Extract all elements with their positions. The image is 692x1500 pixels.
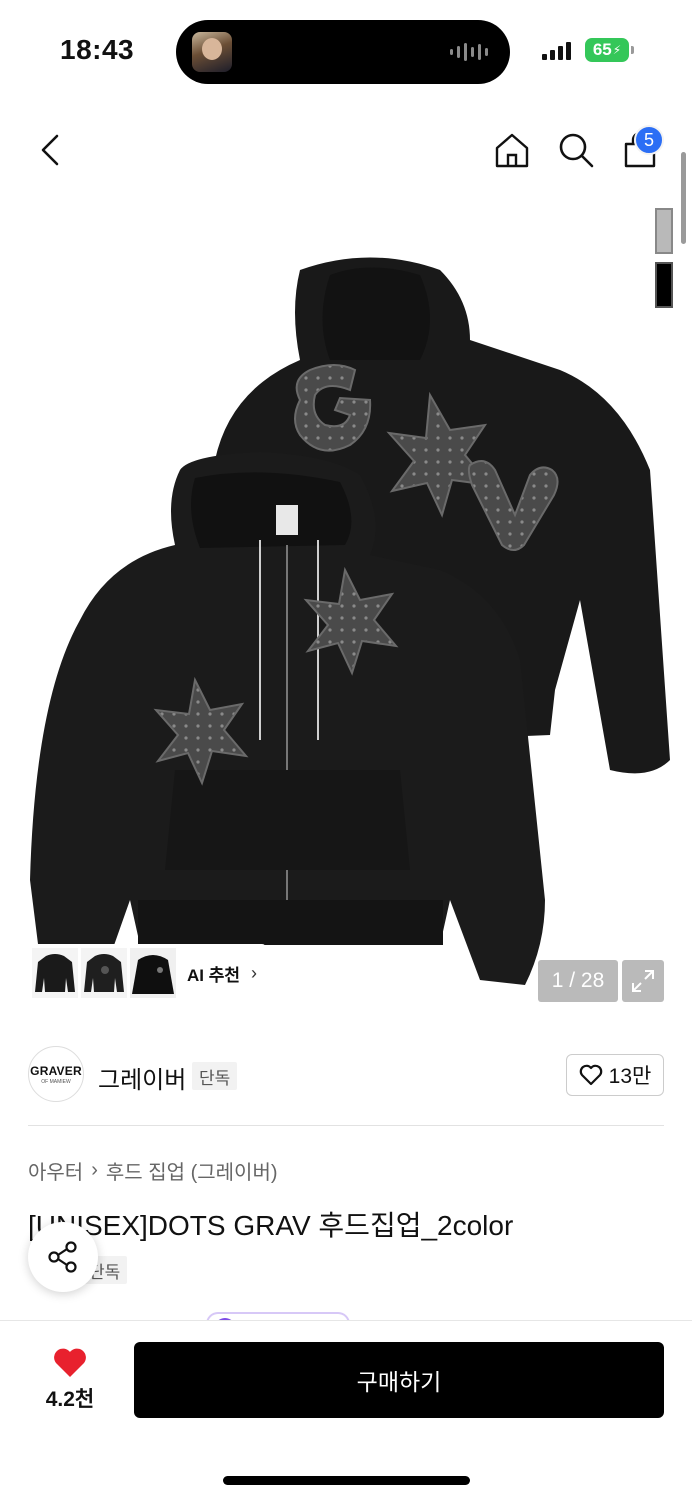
expand-icon: [632, 970, 654, 992]
home-button[interactable]: [490, 128, 534, 172]
home-indicator: [223, 1476, 470, 1485]
divider: [28, 1125, 664, 1126]
ai-recommend-button[interactable]: AI 추천 ›: [28, 944, 266, 1002]
breadcrumb-separator-icon: ›: [91, 1159, 98, 1181]
brand-logo-text: GRAVER: [30, 1063, 82, 1078]
status-bar: 18:43 65 ⚡: [0, 0, 692, 100]
exclusive-tag: 단독: [192, 1062, 238, 1090]
ai-thumb-3: [130, 948, 176, 998]
signal-icon: [542, 40, 571, 60]
wishlist-button[interactable]: 4.2천: [30, 1342, 110, 1418]
image-page-counter: 1 / 28: [538, 960, 618, 1002]
search-button[interactable]: [554, 128, 598, 172]
brand-like-button[interactable]: 13만: [566, 1054, 664, 1096]
heart-outline-icon: [579, 1064, 602, 1086]
battery-indicator: 65 ⚡: [585, 38, 634, 62]
heart-filled-icon: [54, 1348, 86, 1377]
share-button[interactable]: [28, 1222, 98, 1292]
share-icon: [48, 1241, 77, 1273]
breadcrumb: 아우터 › 후드 집업 (그레이버): [28, 1156, 278, 1185]
ai-recommend-label: AI 추천: [187, 965, 241, 985]
product-image[interactable]: [0, 240, 692, 1000]
brand-logo-subtext: OF MAMIEW: [41, 1078, 71, 1085]
chevron-right-icon: ›: [251, 962, 258, 983]
cart-badge: 5: [634, 125, 664, 155]
dynamic-island[interactable]: [176, 20, 510, 84]
expand-image-button[interactable]: [622, 960, 664, 1002]
breadcrumb-item-hood-zipup[interactable]: 후드 집업 (그레이버): [106, 1156, 278, 1185]
home-icon: [495, 133, 529, 168]
product-title: [UNISEX]DOTS GRAV 후드집업_2color: [28, 1210, 514, 1241]
search-icon: [559, 133, 594, 168]
back-button[interactable]: [30, 128, 70, 172]
ai-thumb-1: [32, 948, 78, 998]
brand-name[interactable]: 그레이버: [98, 1060, 186, 1095]
status-time: 18:43: [60, 34, 135, 65]
wishlist-count: 4.2천: [45, 1388, 95, 1411]
brand-logo[interactable]: GRAVER OF MAMIEW: [28, 1046, 84, 1102]
now-playing-artwork: [192, 32, 232, 72]
buy-button[interactable]: 구매하기: [134, 1342, 664, 1418]
breadcrumb-item-outer[interactable]: 아우터: [28, 1156, 83, 1185]
battery-level: 65: [592, 40, 612, 59]
ai-thumb-2: [81, 948, 127, 998]
audio-wave-icon: [450, 42, 488, 62]
chevron-left-icon: [41, 134, 59, 166]
scrollbar[interactable]: [681, 152, 686, 244]
brand-like-count: 13만: [608, 1065, 652, 1088]
